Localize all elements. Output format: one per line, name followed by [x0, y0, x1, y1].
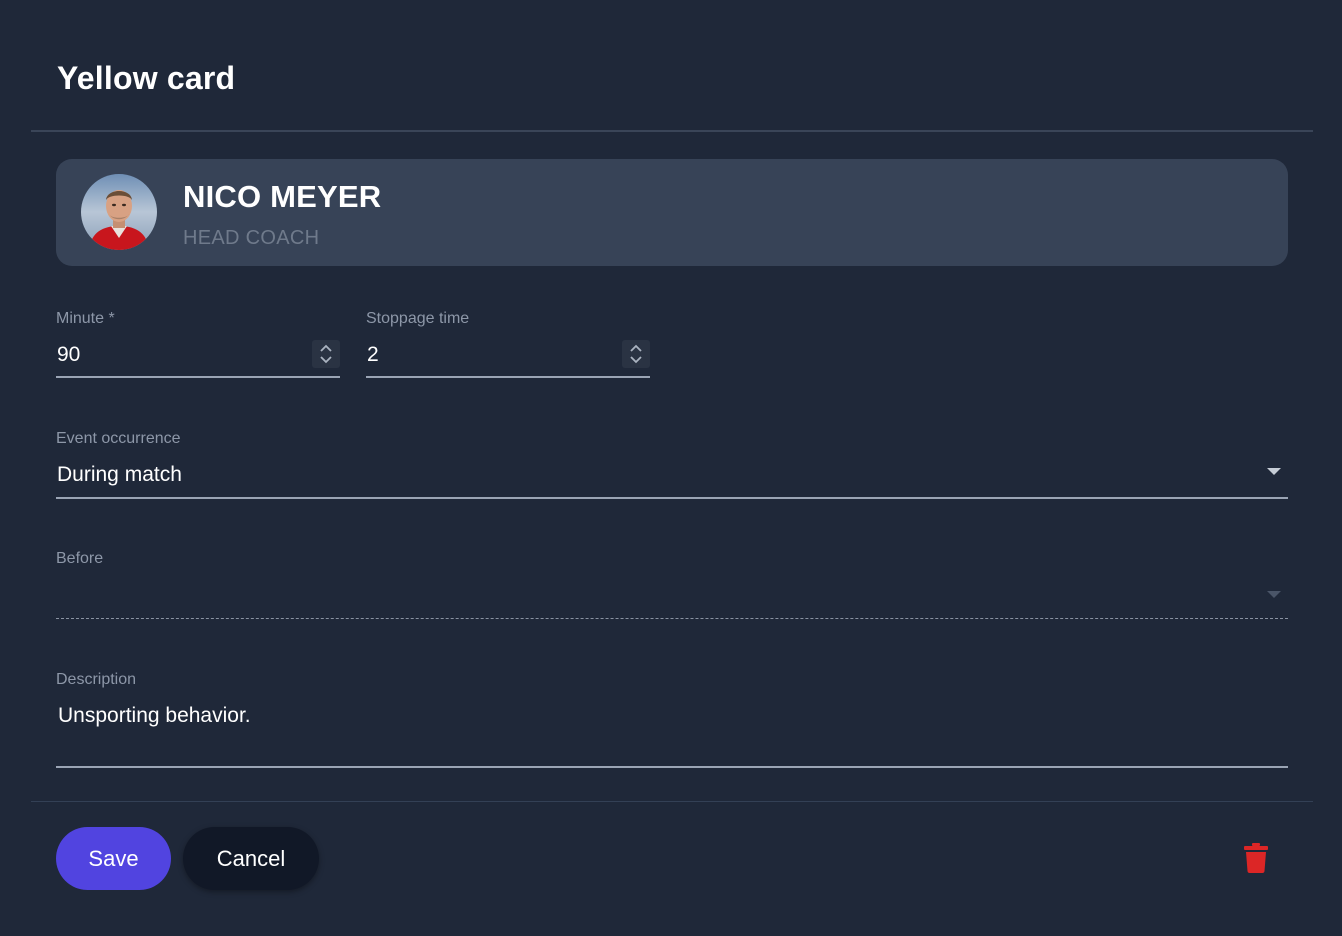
- occurrence-underline: [56, 497, 1288, 499]
- cancel-button[interactable]: Cancel: [183, 827, 319, 890]
- stoppage-label: Stoppage time: [366, 310, 470, 327]
- footer-divider: [31, 801, 1313, 802]
- chevron-down-icon: [1267, 591, 1281, 598]
- chevron-down-icon[interactable]: [1267, 468, 1281, 475]
- person-card: NICO MEYER HEAD COACH: [56, 159, 1288, 266]
- yellow-card-dialog: Yellow card NICO MEYER HEAD COACH Minute…: [0, 0, 1342, 936]
- occurrence-select[interactable]: During match: [57, 463, 182, 487]
- description-underline: [56, 766, 1288, 768]
- occurrence-label: Event occurrence: [56, 430, 181, 447]
- avatar: [81, 174, 157, 250]
- minute-label: Minute *: [56, 310, 115, 327]
- stoppage-underline: [366, 376, 650, 378]
- dialog-title: Yellow card: [57, 60, 236, 96]
- trash-icon[interactable]: [1244, 843, 1268, 873]
- stoppage-stepper[interactable]: [622, 340, 650, 368]
- before-underline: [56, 618, 1288, 619]
- person-name: NICO MEYER: [183, 179, 382, 214]
- description-label: Description: [56, 671, 137, 688]
- header-divider: [31, 130, 1313, 132]
- person-role: HEAD COACH: [183, 227, 320, 249]
- minute-input[interactable]: 90: [57, 343, 80, 367]
- before-label: Before: [56, 550, 104, 567]
- minute-stepper[interactable]: [312, 340, 340, 368]
- minute-underline: [56, 376, 340, 378]
- save-button[interactable]: Save: [56, 827, 171, 890]
- description-textarea[interactable]: Unsporting behavior.: [58, 704, 251, 728]
- stoppage-input[interactable]: 2: [367, 343, 379, 367]
